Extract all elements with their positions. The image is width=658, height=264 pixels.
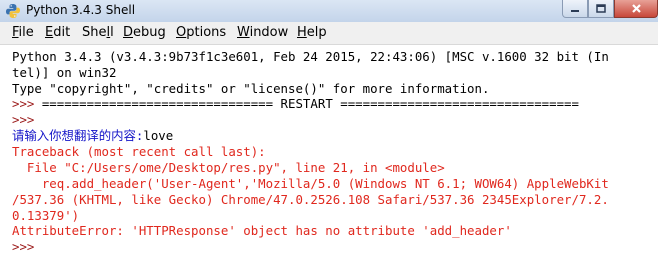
idle-shell-window: Python 3.4.3 Shell File Edit Shell Debug… xyxy=(0,0,658,264)
menu-debug[interactable]: Debug xyxy=(123,25,166,40)
restart-line: >>> =============================== REST… xyxy=(12,96,579,112)
traceback-line: Traceback (most recent call last): xyxy=(12,144,266,159)
banner-line: Type "copyright", "credits" or "license(… xyxy=(12,81,490,96)
traceback-line: File "C:/Users/ome/Desktop/res.py", line… xyxy=(12,160,445,175)
minimize-icon xyxy=(571,9,579,12)
window-title: Python 3.4.3 Shell xyxy=(26,3,136,17)
shell-text-area[interactable]: Python 3.4.3 (v3.4.3:9b73f1c3e601, Feb 2… xyxy=(0,45,658,264)
menu-edit[interactable]: Edit xyxy=(45,25,70,40)
minimize-button[interactable] xyxy=(562,0,588,18)
python-icon xyxy=(6,4,20,18)
prompt: >>> xyxy=(12,112,35,127)
error-message: AttributeError: 'HTTPResponse' object ha… xyxy=(12,223,512,238)
menu-window[interactable]: Window xyxy=(237,25,288,40)
user-input-value: love xyxy=(143,128,174,143)
traceback-line: 0.13379') xyxy=(12,208,80,223)
traceback-line: /537.36 (KHTML, like Gecko) Chrome/47.0.… xyxy=(12,192,609,207)
title-bar[interactable]: Python 3.4.3 Shell xyxy=(0,0,658,22)
input-line: 请输入你想翻译的内容:love xyxy=(12,128,173,144)
prompt: >>> xyxy=(12,96,42,111)
input-prompt-text: 请输入你想翻译的内容: xyxy=(12,128,144,143)
menu-options[interactable]: Options xyxy=(176,25,226,40)
menu-bar: File Edit Shell Debug Options Window Hel… xyxy=(0,22,658,45)
menu-help[interactable]: Help xyxy=(297,25,327,40)
banner-line: tel)] on win32 xyxy=(12,65,117,80)
restart-banner: =============================== RESTART … xyxy=(41,96,579,111)
maximize-button[interactable] xyxy=(588,0,614,18)
prompt: >>> xyxy=(12,239,35,254)
close-button[interactable] xyxy=(614,0,658,18)
traceback-line: req.add_header('User-Agent','Mozilla/5.0… xyxy=(12,176,609,191)
close-icon xyxy=(631,4,641,13)
maximize-icon xyxy=(596,4,606,13)
banner-line: Python 3.4.3 (v3.4.3:9b73f1c3e601, Feb 2… xyxy=(12,49,609,64)
menu-shell[interactable]: Shell xyxy=(82,25,114,40)
menu-file[interactable]: File xyxy=(12,25,34,40)
